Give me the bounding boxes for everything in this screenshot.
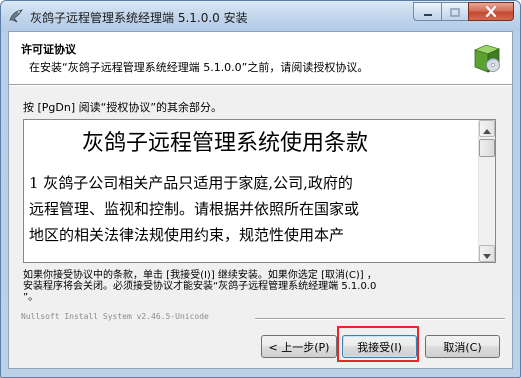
license-heading: 灰鸽子远程管理系统使用条款 <box>82 131 369 156</box>
accept-highlight-box <box>337 326 419 362</box>
license-scrollbar[interactable] <box>478 120 495 262</box>
minimize-button[interactable] <box>413 2 441 21</box>
close-button[interactable] <box>468 2 514 21</box>
scroll-down-button[interactable] <box>479 245 495 262</box>
page-title: 许可证协议 <box>21 43 76 56</box>
minimize-icon <box>423 2 433 21</box>
scroll-up-button[interactable] <box>479 120 495 137</box>
license-line: 1 灰鸽子公司相关产品只适用于家庭,公司,政府的 <box>29 174 353 192</box>
license-line: 远程管理、监视和控制。请根据并依照所在国家或 <box>29 200 360 218</box>
installer-box-icon <box>472 41 502 75</box>
license-line: 地区的相关法律法规使用约束，规范性使用本产 <box>29 226 345 244</box>
notice-line: 如果你接受协议中的条款，单击 [我接受(I)] 继续安装。如果你选定 [取消(C… <box>23 270 377 281</box>
nsis-branding: Nullsoft Install System v2.46.5-Unicode <box>21 312 209 321</box>
installer-client-area: 许可证协议 在安装“灰鸽子远程管理系统经理端 5.1.0.0”之前，请阅读授权协… <box>8 31 513 369</box>
scroll-up-arrow-icon <box>483 120 491 138</box>
notice-line: 安装程序将会关闭。必须接受协议才能安装“灰鸽子远程管理系统经理端 5.1.0.0 <box>23 281 377 292</box>
read-instruction: 按 [PgDn] 阅读“授权协议”的其余部分。 <box>23 101 223 114</box>
notice-line: ”。 <box>23 292 39 303</box>
page-subtitle: 在安装“灰鸽子远程管理系统经理端 5.1.0.0”之前，请阅读授权协议。 <box>29 61 369 74</box>
back-button[interactable]: < 上一步(P) <box>261 335 337 358</box>
maximize-icon <box>450 2 460 21</box>
cancel-button[interactable]: 取消(C) <box>425 335 500 358</box>
installer-window: 灰鸽子远程管理系统经理端 5.1.0.0 安装 许可证协议 在安装“灰鸽子远程管… <box>0 0 521 378</box>
header-divider <box>9 84 512 86</box>
scroll-thumb[interactable] <box>479 139 495 157</box>
maximize-button[interactable] <box>441 2 468 21</box>
branding-divider <box>255 318 505 320</box>
license-body: 1 灰鸽子公司相关产品只适用于家庭,公司,政府的 远程管理、监视和控制。请根据并… <box>29 170 465 248</box>
caption-buttons <box>413 2 514 21</box>
scroll-down-arrow-icon <box>483 244 491 262</box>
title-bar[interactable]: 灰鸽子远程管理系统经理端 5.1.0.0 安装 <box>1 1 520 31</box>
close-icon <box>485 2 497 21</box>
pigeon-app-icon <box>8 8 24 24</box>
page-header: 许可证协议 在安装“灰鸽子远程管理系统经理端 5.1.0.0”之前，请阅读授权协… <box>9 32 512 84</box>
accept-notice: 如果你接受协议中的条款，单击 [我接受(I)] 继续安装。如果你选定 [取消(C… <box>23 270 503 303</box>
license-textbox[interactable]: 灰鸽子远程管理系统使用条款 1 灰鸽子公司相关产品只适用于家庭,公司,政府的 远… <box>23 119 496 263</box>
window-title: 灰鸽子远程管理系统经理端 5.1.0.0 安装 <box>30 11 248 25</box>
